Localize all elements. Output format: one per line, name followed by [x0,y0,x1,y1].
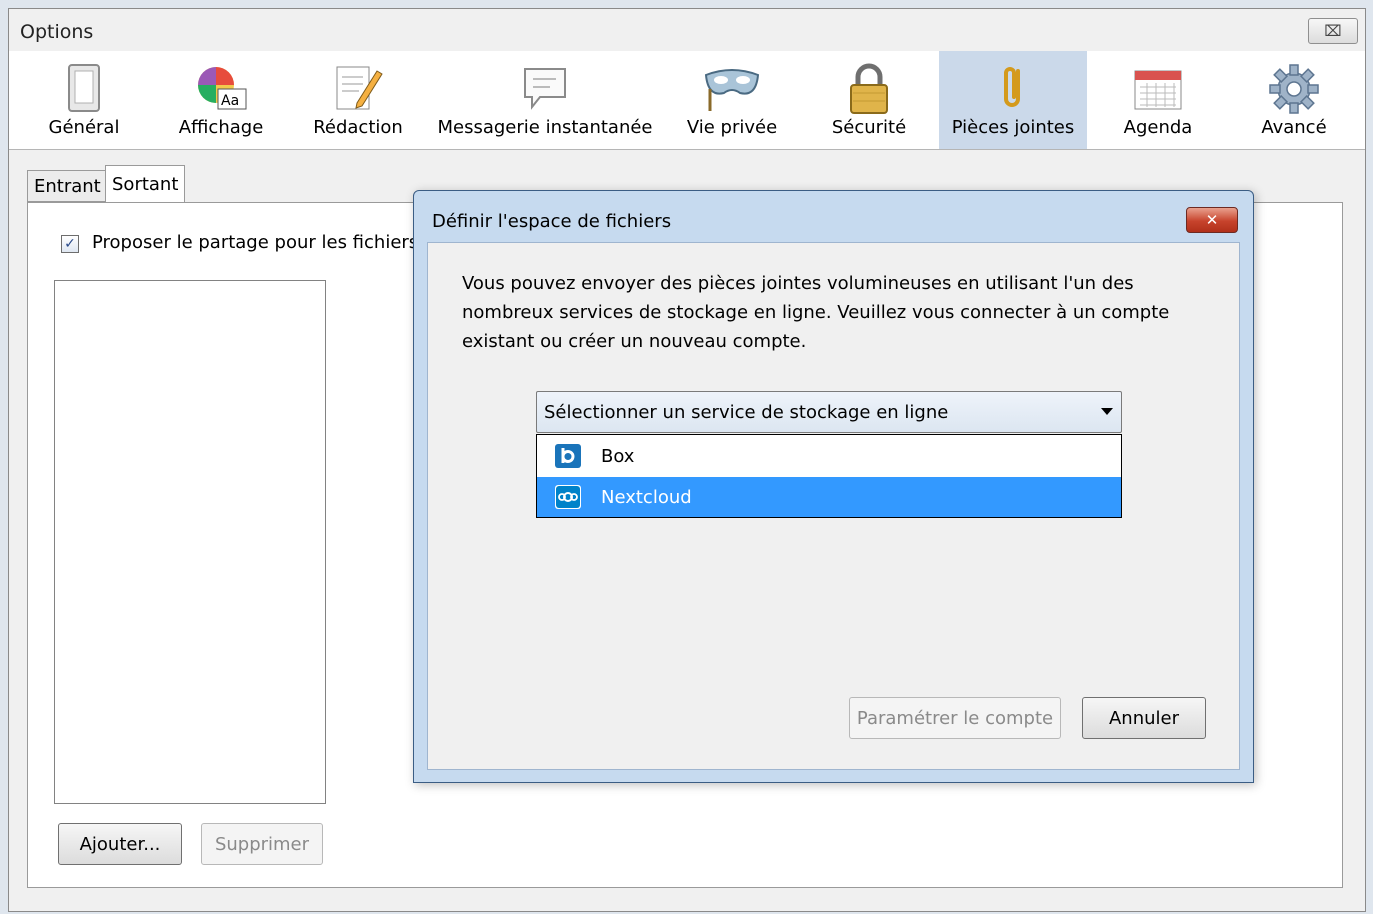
toolbar-attachments[interactable]: Pièces jointes [939,51,1087,149]
option-box[interactable]: Box [537,436,1121,476]
security-lock-icon [850,63,888,114]
gear-icon [1269,64,1319,114]
toolbar-label: Affichage [178,117,264,138]
dialog-description: Vous pouvez envoyer des pièces jointes v… [462,273,1170,352]
toolbar-instant-messaging[interactable]: Messagerie instantanée [433,51,657,149]
privacy-mask-icon [704,69,760,111]
window-close-button[interactable]: ⌧ [1308,18,1358,44]
toolbar-privacy[interactable]: Vie privée [673,51,791,149]
svg-text:Aa: Aa [221,93,239,109]
share-checkbox[interactable]: ✓ [61,235,79,253]
toolbar-label: Avancé [1261,117,1327,138]
setup-account-button[interactable]: Paramétrer le compte [849,697,1061,739]
share-checkbox-label: Proposer le partage pour les fichiers [92,232,419,253]
compose-pencil-icon [336,66,383,110]
toolbar-advanced[interactable]: Avancé [1235,51,1353,149]
dialog-close-button[interactable]: ✕ [1186,207,1238,233]
storage-dialog: Définir l'espace de fichiers ✕ Vous pouv… [413,190,1254,783]
option-label: Box [601,445,635,467]
toolbar-label: Pièces jointes [951,117,1075,138]
toolbar-calendar[interactable]: Agenda [1099,51,1217,149]
calendar-icon [1134,70,1182,110]
option-nextcloud[interactable]: Nextcloud [537,477,1121,517]
cancel-button[interactable]: Annuler [1082,697,1206,739]
box-icon [555,444,581,468]
tab-outgoing[interactable]: Sortant [105,165,186,203]
window-title: Options [20,21,94,43]
paperclip-icon [1004,67,1020,107]
toolbar-compose[interactable]: Rédaction [299,51,417,149]
toolbar-label: Sécurité [831,117,907,138]
storage-service-select[interactable]: Sélectionner un service de stockage en l… [536,391,1122,433]
toolbar-label: Rédaction [313,117,403,138]
storage-service-dropdown: Box Nextcloud [536,434,1122,518]
toolbar-label: Messagerie instantanée [437,117,653,138]
remove-account-button[interactable]: Supprimer [201,823,323,865]
toolbar-display[interactable]: Aa Affichage [159,51,283,149]
dialog-body: Vous pouvez envoyer des pièces jointes v… [427,242,1240,770]
storage-accounts-list[interactable] [54,280,326,804]
nextcloud-icon [555,485,581,509]
toolbar-label: Agenda [1123,117,1193,138]
chat-bubble-icon [524,68,566,110]
add-account-button[interactable]: Ajouter... [58,823,182,865]
toolbar-general[interactable]: Général [25,51,143,149]
display-palette-icon: Aa [198,67,247,110]
toolbar-label: Général [48,117,120,138]
dialog-title: Définir l'espace de fichiers [432,211,672,232]
toolbar-security[interactable]: Sécurité [807,51,931,149]
toolbar-label: Vie privée [686,117,778,138]
option-label: Nextcloud [601,486,692,508]
general-switch-icon [68,64,100,112]
select-value: Sélectionner un service de stockage en l… [544,401,949,423]
tab-incoming[interactable]: Entrant [27,170,108,202]
options-toolbar: Général Aa Affichage Rédaction Messageri… [9,51,1365,150]
dropdown-arrow-icon [1101,408,1113,415]
